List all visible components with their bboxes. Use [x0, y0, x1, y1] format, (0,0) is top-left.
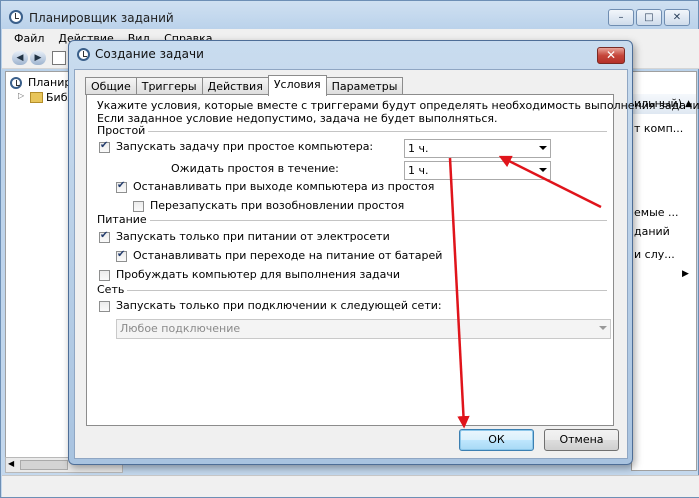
action-item[interactable]: емые ...	[634, 206, 679, 219]
clock-icon	[77, 48, 90, 61]
wait-for-idle-combo[interactable]: 1 ч.	[404, 161, 551, 180]
folder-icon	[30, 92, 43, 103]
divider	[135, 131, 607, 132]
forward-arrow-icon[interactable]: ▶	[30, 51, 46, 65]
dialog-body: Общие Триггеры Действия Условия Параметр…	[74, 69, 699, 459]
dialog-close-button[interactable]: ✕	[597, 47, 625, 64]
restart-on-idle-checkbox[interactable]	[133, 201, 144, 212]
tab-settings[interactable]: Параметры	[325, 77, 404, 95]
maximize-button[interactable]: □	[636, 9, 662, 26]
ac-only-checkbox[interactable]	[99, 230, 110, 243]
start-if-idle-label: Запускать задачу при простое компьютера:	[116, 140, 374, 153]
close-button[interactable]: ✕	[664, 9, 690, 26]
show-hide-tree-icon[interactable]	[52, 51, 66, 65]
description-line-1: Укажите условия, которые вместе с тригге…	[97, 99, 699, 112]
start-if-idle-checkbox[interactable]	[99, 140, 110, 153]
window-title: Планировщик заданий	[29, 11, 174, 25]
scrollbar-thumb[interactable]	[20, 460, 68, 470]
divider	[123, 290, 607, 291]
wait-for-idle-value: 1 ч.	[408, 164, 429, 177]
back-arrow-icon[interactable]: ◀	[12, 51, 28, 65]
submenu-arrow-icon[interactable]: ▶	[682, 269, 689, 279]
network-only-label: Запускать только при подключении к следу…	[116, 299, 442, 312]
ok-button[interactable]: ОК	[459, 429, 534, 451]
create-task-dialog: Создание задачи ✕ Общие Триггеры Действи…	[68, 40, 699, 465]
actions-pane: ильный) ▲ т комп... емые ... даний и слу…	[631, 71, 697, 471]
tab-actions[interactable]: Действия	[201, 77, 269, 95]
description-line-2: Если заданное условие недопустимо, задач…	[97, 112, 498, 125]
window-controls: – □ ✕	[608, 9, 690, 26]
action-item[interactable]: и слу...	[634, 248, 675, 261]
tree-root-item[interactable]: Планир	[28, 76, 71, 89]
group-idle-label: Простой	[97, 124, 149, 137]
restart-on-idle-label: Перезапускать при возобновлении простоя	[150, 199, 405, 212]
wake-computer-label: Пробуждать компьютер для выполнения зада…	[116, 268, 401, 281]
dialog-title: Создание задачи	[95, 47, 204, 61]
group-network-label: Сеть	[97, 283, 128, 296]
stop-on-battery-checkbox[interactable]	[116, 249, 127, 262]
stop-on-resume-label: Останавливать при выходе компьютера из п…	[133, 180, 435, 193]
group-power-label: Питание	[97, 213, 150, 226]
clock-icon	[9, 10, 23, 24]
network-connection-value: Любое подключение	[120, 322, 241, 335]
menu-file[interactable]: Файл	[14, 32, 44, 45]
idle-duration-combo[interactable]: 1 ч.	[404, 139, 551, 158]
clock-icon	[10, 77, 22, 89]
network-only-checkbox[interactable]	[99, 301, 110, 312]
tab-conditions[interactable]: Условия	[267, 75, 327, 96]
action-item[interactable]: т комп...	[634, 122, 683, 135]
idle-duration-value: 1 ч.	[408, 142, 429, 155]
action-item[interactable]: даний	[634, 225, 670, 238]
dropdown-arrow-icon	[539, 168, 547, 172]
minimize-button[interactable]: –	[608, 9, 634, 26]
wait-for-idle-label: Ожидать простоя в течение:	[171, 162, 339, 175]
tab-general[interactable]: Общие	[85, 77, 137, 95]
scroll-left-icon[interactable]: ◀	[8, 459, 14, 468]
dropdown-arrow-icon	[539, 146, 547, 150]
stop-on-resume-checkbox[interactable]	[116, 180, 127, 193]
tab-triggers[interactable]: Триггеры	[135, 77, 203, 95]
divider	[139, 220, 607, 221]
stop-on-battery-label: Останавливать при переходе на питание от…	[133, 249, 443, 262]
cancel-button[interactable]: Отмена	[544, 429, 619, 451]
ac-only-label: Запускать только при питании от электрос…	[116, 230, 390, 243]
network-connection-combo[interactable]: Любое подключение	[116, 319, 611, 339]
dropdown-arrow-icon	[599, 326, 607, 330]
status-bar	[2, 475, 699, 497]
conditions-panel: Укажите условия, которые вместе с тригге…	[86, 94, 699, 426]
wake-computer-checkbox[interactable]	[99, 270, 110, 281]
tab-strip: Общие Триггеры Действия Условия Параметр…	[85, 75, 404, 96]
expand-arrow-icon[interactable]: ▷	[18, 91, 24, 100]
